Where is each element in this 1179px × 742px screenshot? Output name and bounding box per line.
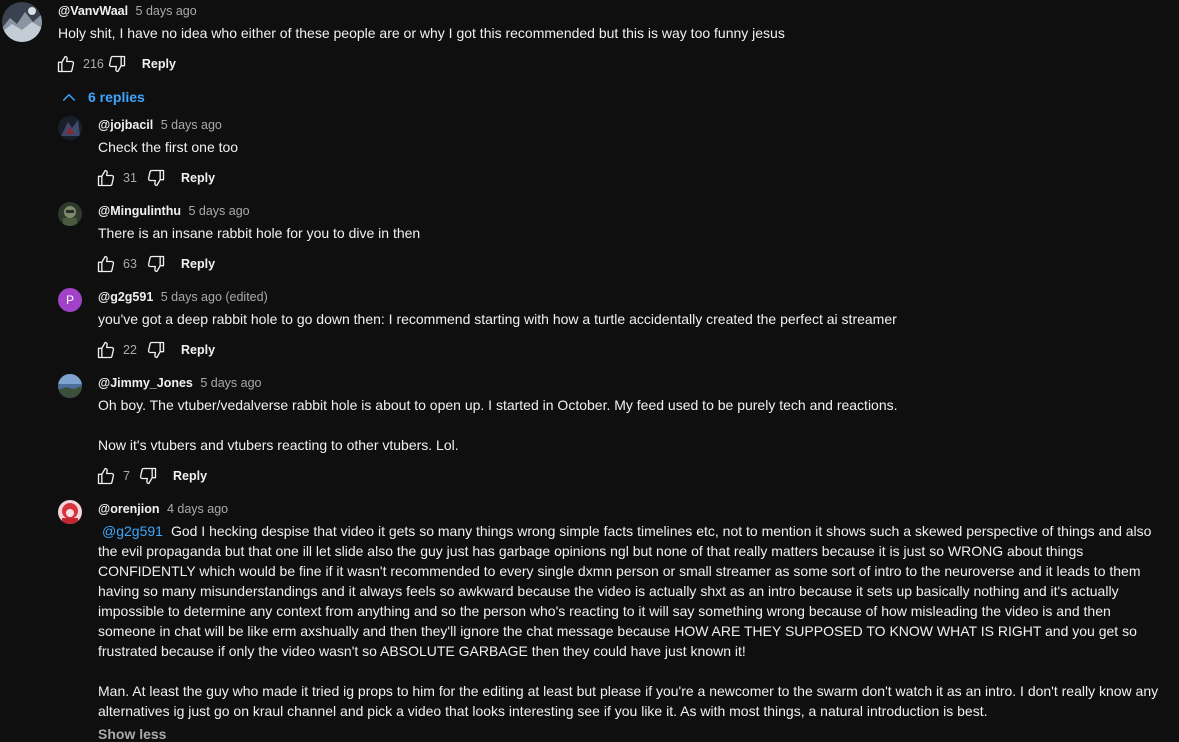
- comment-text: Oh boy. The vtuber/vedalverse rabbit hol…: [98, 395, 1168, 455]
- comment-header: @jojbacil 5 days ago: [98, 118, 222, 132]
- mention-link[interactable]: @g2g591: [102, 523, 163, 539]
- reply-button[interactable]: Reply: [173, 469, 207, 483]
- comment-header: @Mingulinthu 5 days ago: [98, 204, 250, 218]
- thumbs-up-icon[interactable]: [95, 167, 117, 189]
- author-name[interactable]: @jojbacil: [98, 118, 153, 132]
- thumbs-down-icon[interactable]: [145, 167, 167, 189]
- comment-header: @g2g591 5 days ago (edited): [98, 290, 268, 304]
- comment-paragraph: @g2g591 God I hecking despise that video …: [98, 521, 1168, 661]
- comment-text: you've got a deep rabbit hole to go down…: [98, 309, 1168, 329]
- comment-text: There is an insane rabbit hole for you t…: [98, 223, 1168, 243]
- like-count: 63: [123, 257, 137, 271]
- comment-header: @VanvWaal 5 days ago: [58, 4, 197, 18]
- author-name[interactable]: @g2g591: [98, 290, 153, 304]
- reply-button[interactable]: Reply: [181, 171, 215, 185]
- avatar[interactable]: [58, 374, 82, 398]
- like-count: 216: [83, 57, 104, 71]
- comment-paragraph: Check the first one too: [98, 139, 239, 155]
- replies-toggle-button[interactable]: 6 replies: [60, 86, 145, 108]
- timestamp[interactable]: 5 days ago: [136, 4, 197, 18]
- thumbs-up-icon[interactable]: [95, 339, 117, 361]
- comment-paragraph: Man. At least the guy who made it tried …: [98, 683, 1159, 719]
- timestamp[interactable]: 5 days ago (edited): [161, 290, 268, 304]
- comment-paragraph: Oh boy. The vtuber/vedalverse rabbit hol…: [98, 397, 898, 413]
- avatar[interactable]: [58, 500, 82, 524]
- comment-actions: 22 Reply: [95, 338, 215, 362]
- thumbs-up-icon[interactable]: [95, 465, 117, 487]
- timestamp[interactable]: 5 days ago: [161, 118, 222, 132]
- timestamp[interactable]: 5 days ago: [200, 376, 261, 390]
- comment-actions: 31 Reply: [95, 166, 215, 190]
- comment-actions: 7 Reply: [95, 464, 207, 488]
- thumbs-down-icon[interactable]: [137, 465, 159, 487]
- comment-paragraph-text: God I hecking despise that video it gets…: [98, 523, 1152, 659]
- comment-paragraph: Holy shit, I have no idea who either of …: [58, 25, 785, 41]
- comment-header: @orenjion 4 days ago: [98, 502, 228, 516]
- author-name[interactable]: @VanvWaal: [58, 4, 128, 18]
- comment-paragraph: There is an insane rabbit hole for you t…: [98, 225, 421, 241]
- thumbs-down-icon[interactable]: [145, 339, 167, 361]
- thumbs-up-icon[interactable]: [95, 253, 117, 275]
- thumbs-down-icon[interactable]: [106, 53, 128, 75]
- comment-paragraph: Now it's vtubers and vtubers reacting to…: [98, 437, 459, 453]
- replies-toggle-label: 6 replies: [88, 89, 145, 105]
- like-count: 7: [123, 469, 130, 483]
- comment-text: Check the first one too: [98, 137, 1168, 157]
- thumbs-down-icon[interactable]: [145, 253, 167, 275]
- comment-actions: 216 Reply: [55, 52, 176, 76]
- like-count: 31: [123, 171, 137, 185]
- comment-paragraph: you've got a deep rabbit hole to go down…: [98, 311, 897, 327]
- comment-text: @g2g591 God I hecking despise that video …: [98, 521, 1168, 721]
- avatar[interactable]: [58, 202, 82, 226]
- avatar[interactable]: P: [58, 288, 82, 312]
- timestamp[interactable]: 4 days ago: [167, 502, 228, 516]
- show-less-button[interactable]: Show less: [98, 726, 166, 742]
- thumbs-up-icon[interactable]: [55, 53, 77, 75]
- reply-button[interactable]: Reply: [181, 343, 215, 357]
- avatar-letter: P: [65, 293, 74, 307]
- comment-text: Holy shit, I have no idea who either of …: [58, 23, 1168, 43]
- chevron-up-icon: [60, 88, 78, 106]
- reply-button[interactable]: Reply: [181, 257, 215, 271]
- author-name[interactable]: @Mingulinthu: [98, 204, 181, 218]
- like-count: 22: [123, 343, 137, 357]
- comment-header: @Jimmy_Jones 5 days ago: [98, 376, 262, 390]
- avatar[interactable]: [58, 116, 82, 140]
- comment-actions: 63 Reply: [95, 252, 215, 276]
- author-name[interactable]: @orenjion: [98, 502, 160, 516]
- reply-button[interactable]: Reply: [142, 57, 176, 71]
- timestamp[interactable]: 5 days ago: [188, 204, 249, 218]
- author-name[interactable]: @Jimmy_Jones: [98, 376, 193, 390]
- avatar[interactable]: [2, 2, 42, 42]
